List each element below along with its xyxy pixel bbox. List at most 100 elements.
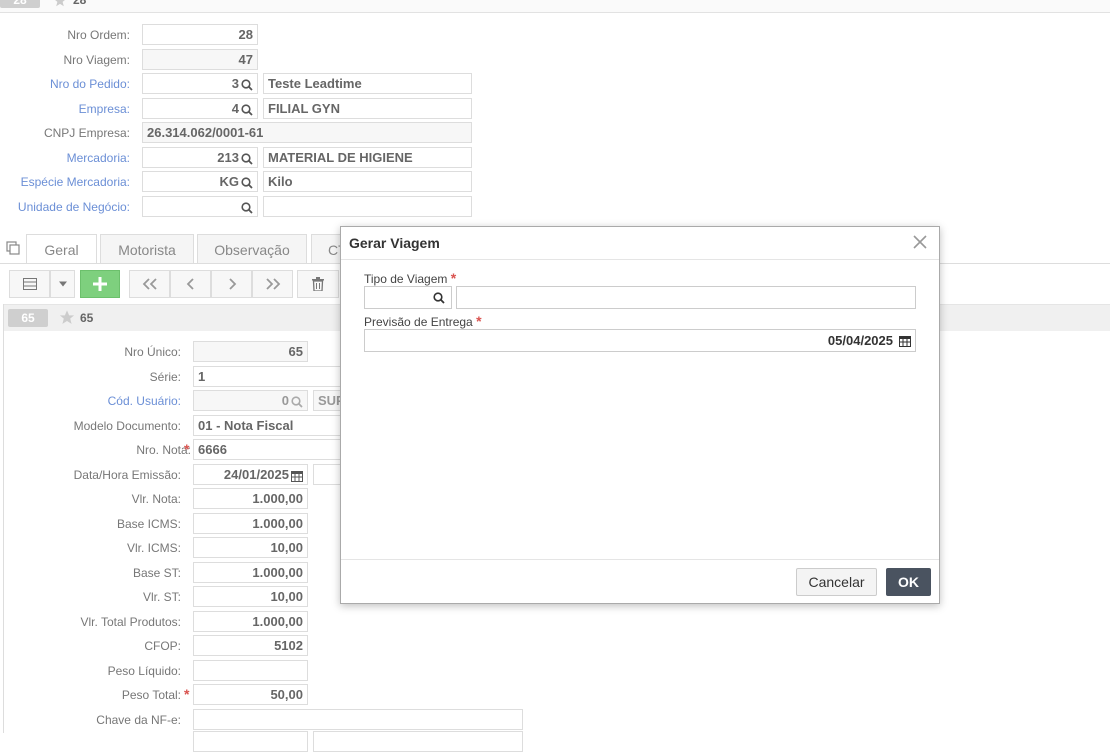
nro-ordem-field[interactable]: 28 <box>142 24 258 45</box>
calendar-icon[interactable] <box>291 470 303 482</box>
nro-pedido-desc-field[interactable]: Teste Leadtime <box>263 73 472 94</box>
sub-record-star-label: 65 <box>80 311 94 325</box>
especie-mercadoria-code: KG <box>219 174 240 189</box>
next-field-stub[interactable] <box>193 731 308 752</box>
peso-liquido-field[interactable] <box>193 660 308 681</box>
calendar-icon[interactable] <box>899 335 911 347</box>
cnpj-empresa-field[interactable]: 26.314.062/0001-61 <box>142 122 472 143</box>
cfop-label: CFOP: <box>144 639 181 653</box>
vlr-icms-field[interactable]: 10,00 <box>193 537 308 558</box>
mercadoria-label[interactable]: Mercadoria: <box>67 151 130 165</box>
tipo-viagem-desc-field[interactable] <box>456 286 916 309</box>
vlr-icms-label: Vlr. ICMS: <box>126 541 181 555</box>
last-record-button[interactable] <box>252 270 293 298</box>
serie-field[interactable]: 1 <box>193 366 343 387</box>
first-record-button[interactable] <box>129 270 170 298</box>
peso-total-field[interactable]: 50,00 <box>193 684 308 705</box>
unidade-negocio-code-field[interactable] <box>142 196 258 217</box>
mercadoria-desc-field[interactable]: MATERIAL DE HIGIENE <box>263 147 472 168</box>
previous-record-button[interactable] <box>170 270 211 298</box>
cod-usuario-code-field[interactable]: 0 <box>193 390 308 411</box>
data-emissao-value: 24/01/2025 <box>223 467 289 482</box>
search-icon[interactable] <box>241 78 253 91</box>
nro-unico-field[interactable]: 65 <box>193 341 308 362</box>
double-chevron-left-icon <box>142 278 157 290</box>
mercadoria-code-field[interactable]: 213 <box>142 147 258 168</box>
record-header: 28 28 <box>0 0 1110 13</box>
search-icon[interactable] <box>241 176 253 189</box>
especie-mercadoria-desc-field[interactable]: Kilo <box>263 171 472 192</box>
nro-nota-field[interactable]: 6666 <box>193 439 343 460</box>
record-badge: 28 <box>0 0 40 8</box>
base-st-field[interactable]: 1.000,00 <box>193 562 308 583</box>
vlr-total-produtos-field[interactable]: 1.000,00 <box>193 611 308 632</box>
search-icon[interactable] <box>241 201 253 214</box>
cod-usuario-code: 0 <box>281 393 289 408</box>
base-st-label: Base ST: <box>132 566 181 580</box>
search-icon[interactable] <box>241 152 253 165</box>
dialog-header-divider <box>341 259 939 260</box>
nro-viagem-field[interactable]: 47 <box>142 49 258 70</box>
cnpj-empresa-label: CNPJ Empresa: <box>43 126 130 140</box>
empresa-code-field[interactable]: 4 <box>142 98 258 119</box>
vlr-nota-label: Vlr. Nota: <box>131 492 181 506</box>
cancel-button[interactable]: Cancelar <box>796 568 877 596</box>
sub-record-badge: 65 <box>8 309 48 327</box>
grid-view-button[interactable] <box>9 270 50 298</box>
previsao-entrega-field[interactable]: 05/04/2025 <box>364 329 916 352</box>
record-star-label: 28 <box>73 0 87 7</box>
nro-nota-required-mark: * <box>184 441 190 457</box>
especie-mercadoria-code-field[interactable]: KG <box>142 171 258 192</box>
modelo-documento-field[interactable]: 01 - Nota Fiscal <box>193 415 343 436</box>
chave-nfe-label: Chave da NF-e: <box>96 713 181 727</box>
nro-pedido-code-field[interactable]: 3 <box>142 73 258 94</box>
close-icon[interactable] <box>911 233 929 251</box>
cod-usuario-desc-field[interactable]: SUP <box>313 390 343 411</box>
tipo-viagem-label-text: Tipo de Viagem <box>364 272 448 286</box>
star-icon[interactable] <box>58 309 76 326</box>
hora-emissao-field[interactable] <box>313 464 343 485</box>
double-chevron-right-icon <box>265 278 280 290</box>
data-hora-emissao-label: Data/Hora Emissão: <box>73 468 181 482</box>
vlr-nota-field[interactable]: 1.000,00 <box>193 488 308 509</box>
vlr-st-field[interactable]: 10,00 <box>193 586 308 607</box>
vlr-total-produtos-label: Vlr. Total Produtos: <box>80 615 182 629</box>
base-icms-field[interactable]: 1.000,00 <box>193 513 308 534</box>
chave-nfe-field[interactable] <box>193 709 523 730</box>
star-icon[interactable] <box>52 0 68 8</box>
add-button[interactable] <box>80 270 120 298</box>
tab-geral[interactable]: Geral <box>26 234 97 264</box>
cfop-field[interactable]: 5102 <box>193 635 308 656</box>
next-field-stub-desc[interactable] <box>313 731 523 752</box>
cod-usuario-label[interactable]: Cód. Usuário: <box>108 394 181 408</box>
next-record-button[interactable] <box>211 270 252 298</box>
unidade-negocio-desc-field[interactable] <box>263 196 472 217</box>
nro-nota-label: Nro. Nota: <box>136 443 191 457</box>
search-icon[interactable] <box>291 395 303 408</box>
empresa-label[interactable]: Empresa: <box>79 102 130 116</box>
delete-button[interactable] <box>297 270 339 298</box>
grid-icon <box>22 278 37 290</box>
modelo-documento-label: Modelo Documento: <box>73 419 181 433</box>
copy-icon[interactable] <box>6 241 21 256</box>
tipo-viagem-code-field[interactable] <box>364 286 452 309</box>
serie-label: Série: <box>149 370 181 384</box>
tab-observacao[interactable]: Observação <box>197 234 307 264</box>
data-emissao-field[interactable]: 24/01/2025 <box>193 464 308 485</box>
nro-pedido-code: 3 <box>231 76 239 91</box>
previsao-entrega-label: Previsão de Entrega * <box>364 313 482 329</box>
unidade-negocio-label[interactable]: Unidade de Negócio: <box>18 200 130 214</box>
nro-pedido-label[interactable]: Nro do Pedido: <box>50 77 130 91</box>
empresa-desc-field[interactable]: FILIAL GYN <box>263 98 472 119</box>
search-icon[interactable] <box>433 292 445 304</box>
dialog-footer-divider <box>341 559 939 560</box>
view-dropdown-button[interactable] <box>50 270 75 298</box>
nro-ordem-label: Nro Ordem: <box>67 28 130 42</box>
tab-motorista[interactable]: Motorista <box>100 234 194 264</box>
search-icon[interactable] <box>241 103 253 116</box>
ok-button[interactable]: OK <box>886 568 931 596</box>
peso-liquido-label: Peso Líquido: <box>107 664 181 678</box>
peso-total-label: Peso Total: <box>121 688 181 702</box>
especie-mercadoria-label[interactable]: Espécie Mercadoria: <box>21 175 130 189</box>
gerar-viagem-dialog: Gerar Viagem Tipo de Viagem * Previsão d… <box>340 226 940 604</box>
